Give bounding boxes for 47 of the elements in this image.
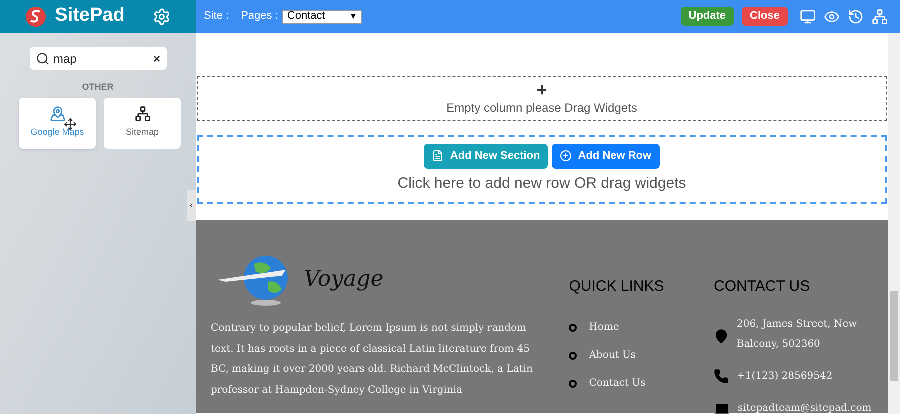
settings-icon[interactable] — [152, 8, 171, 26]
widget-tile[interactable]: Sitemap — [104, 98, 181, 148]
bullet-icon — [569, 352, 578, 360]
contact-text: +1(123) 28569542 — [737, 370, 834, 384]
brand-name: SitePad — [55, 4, 125, 28]
about-text: Contrary to popular belief, Lorem Ipsum is not simply random text. It has roots in a piece of classical Latin literature from 45 BC, making it over 2000 years old. Richard McClintock, a Latin professor at Hampden-Sydney College in Virginia — [211, 322, 534, 398]
close-button[interactable]: Close — [742, 7, 788, 26]
contact-heading: CONTACT US — [714, 277, 812, 297]
collapse-handle[interactable]: ‹ — [187, 190, 196, 221]
clear-button[interactable]: × — [153, 50, 160, 68]
widget-tile[interactable]: Google Maps — [19, 98, 96, 148]
update-button[interactable]: Update — [680, 7, 734, 26]
footer-link[interactable]: Contact Us — [589, 374, 646, 392]
footer-link[interactable]: Home — [589, 318, 620, 336]
contact-text: sitepadteam@sitepad.com — [738, 402, 873, 414]
logo-icon — [25, 6, 48, 28]
page-select[interactable]: Contact ▼ — [282, 10, 362, 24]
sitemap-icon — [134, 106, 150, 122]
search-icon — [36, 52, 50, 66]
preview-icon[interactable] — [824, 8, 840, 24]
map-icon — [50, 106, 66, 122]
add-row-area[interactable]: Add New Section Add New Row Click here to add new row OR drag widgets — [197, 135, 887, 204]
document-icon — [432, 150, 444, 162]
empty-column-text: Empty column please Drag Widgets — [446, 100, 638, 116]
sitemap-icon[interactable] — [872, 8, 888, 24]
phone-icon — [714, 369, 729, 384]
site-label: Site : — [204, 9, 230, 24]
logo-text: Voyage — [304, 266, 384, 294]
empty-column[interactable]: + Empty column please Drag Widgets — [197, 76, 887, 121]
add-section-button[interactable]: Add New Section — [424, 144, 548, 169]
location-pin-icon — [714, 329, 729, 344]
add-row-button[interactable]: Add New Row — [552, 144, 660, 169]
plus-circle-icon — [560, 150, 572, 162]
desktop-icon[interactable] — [800, 8, 816, 24]
quick-links-heading: QUICK LINKS — [569, 277, 666, 297]
pages-label: Pages : — [241, 9, 278, 24]
scrollbar[interactable] — [888, 33, 900, 414]
bullet-icon — [569, 324, 578, 332]
contact-text: 206, James Street, New Balcony, 502360 — [737, 318, 858, 352]
plus-icon: + — [536, 80, 548, 98]
add-row-hint: Click here to add new row OR drag widgets — [398, 174, 686, 194]
footer-link[interactable]: About Us — [589, 346, 636, 364]
history-icon[interactable] — [848, 8, 864, 24]
bullet-icon — [569, 380, 578, 388]
section-heading: OTHER — [82, 81, 114, 94]
caret-icon: ▼ — [349, 10, 358, 22]
search-field[interactable]: map × — [30, 47, 166, 70]
